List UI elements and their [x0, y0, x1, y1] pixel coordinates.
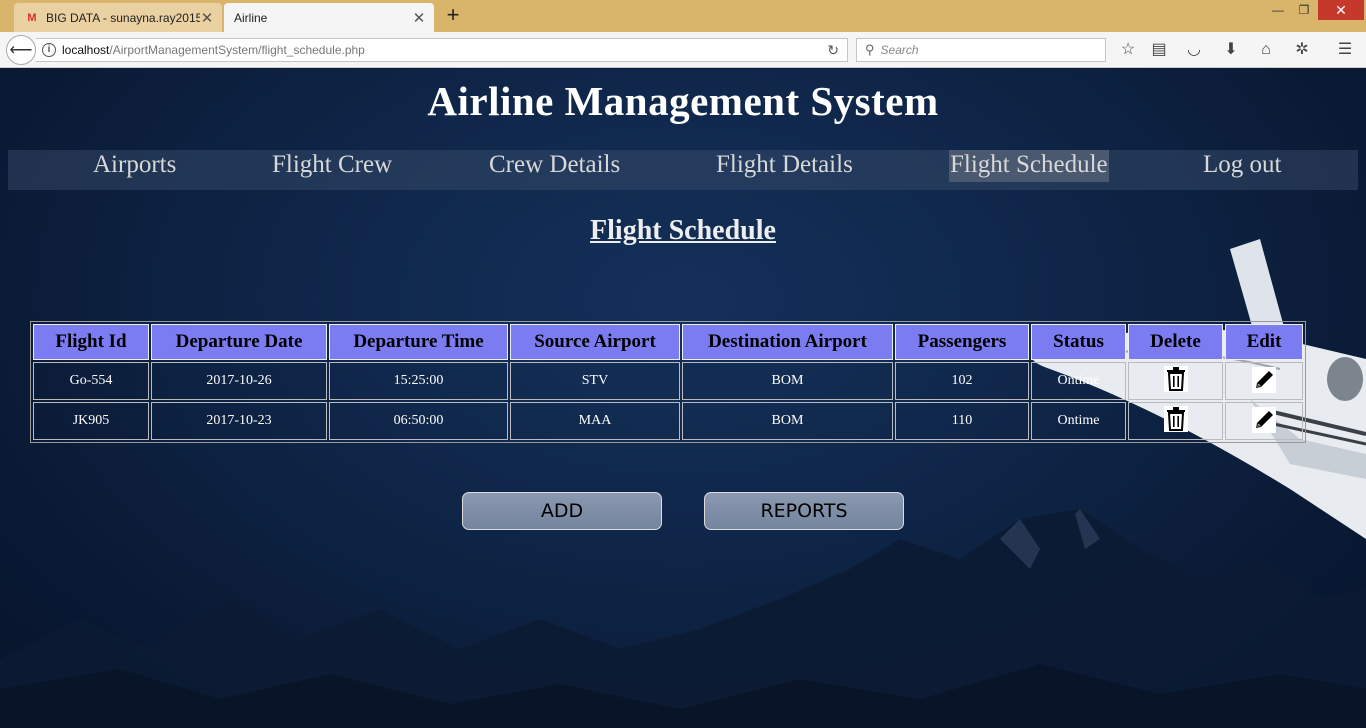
address-bar[interactable]: i localhost/AirportManagementSystem/flig… — [36, 38, 848, 62]
flight-schedule-table: Flight Id Departure Date Departure Time … — [30, 321, 1306, 443]
cell-destination-airport: BOM — [682, 362, 893, 400]
cell-status: Ontime — [1031, 402, 1126, 440]
add-button[interactable]: ADD — [462, 492, 662, 530]
main-menu: Airports Flight Crew Crew Details Flight… — [8, 150, 1358, 190]
cell-flight-id: Go-554 — [33, 362, 149, 400]
page-heading: Flight Schedule — [590, 215, 776, 246]
close-window-button[interactable]: ✕ — [1318, 0, 1364, 20]
trash-icon[interactable] — [1163, 366, 1188, 392]
table-row: JK905 2017-10-23 06:50:00 MAA BOM 110 On… — [33, 402, 1303, 440]
column-header-edit: Edit — [1225, 324, 1303, 360]
cell-status: Ontime — [1031, 362, 1126, 400]
cell-departure-date: 2017-10-23 — [151, 402, 327, 440]
cell-flight-id: JK905 — [33, 402, 149, 440]
page-content: Airline Management System Airports Fligh… — [0, 69, 1366, 728]
new-tab-button[interactable]: + — [442, 4, 464, 28]
browser-tab-airline[interactable]: Airline ✕ — [224, 3, 434, 32]
close-tab-icon[interactable]: ✕ — [412, 9, 426, 27]
cell-passengers: 102 — [895, 362, 1029, 400]
browser-navigation-bar: ⟵ i localhost/AirportManagementSystem/fl… — [0, 32, 1366, 68]
column-header-delete: Delete — [1128, 324, 1223, 360]
reload-icon[interactable]: ↻ — [827, 42, 839, 59]
browser-tab-gmail[interactable]: M BIG DATA - sunayna.ray2015 ✕ — [14, 3, 222, 32]
pencil-icon[interactable] — [1252, 406, 1276, 433]
pocket-icon[interactable]: ◡ — [1183, 40, 1205, 60]
url-path: /AirportManagementSystem/flight_schedule… — [109, 43, 365, 57]
browser-tab-bar: M BIG DATA - sunayna.ray2015 ✕ Airline ✕… — [0, 0, 1366, 32]
trash-icon[interactable] — [1163, 406, 1188, 432]
column-header-departure-time: Departure Time — [329, 324, 508, 360]
cell-delete — [1128, 402, 1223, 440]
table-header-row: Flight Id Departure Date Departure Time … — [33, 324, 1303, 360]
menu-item-airports[interactable]: Airports — [93, 150, 176, 182]
cell-source-airport: MAA — [510, 402, 680, 440]
close-tab-icon[interactable]: ✕ — [200, 9, 214, 27]
pencil-icon[interactable] — [1252, 366, 1276, 393]
cell-passengers: 110 — [895, 402, 1029, 440]
menu-item-flight-details[interactable]: Flight Details — [716, 150, 853, 182]
menu-item-flight-schedule[interactable]: Flight Schedule — [949, 150, 1109, 182]
site-info-icon[interactable]: i — [42, 43, 56, 57]
cell-edit — [1225, 362, 1303, 400]
column-header-departure-date: Departure Date — [151, 324, 327, 360]
reports-button[interactable]: REPORTS — [704, 492, 904, 530]
search-placeholder: Search — [880, 43, 919, 57]
cell-departure-date: 2017-10-26 — [151, 362, 327, 400]
column-header-source-airport: Source Airport — [510, 324, 680, 360]
menu-item-log-out[interactable]: Log out — [1203, 150, 1281, 182]
cell-destination-airport: BOM — [682, 402, 893, 440]
table-row: Go-554 2017-10-26 15:25:00 STV BOM 102 O… — [33, 362, 1303, 400]
menu-hamburger-icon[interactable]: ☰ — [1334, 40, 1356, 60]
cell-departure-time: 06:50:00 — [329, 402, 508, 440]
maximize-window-button[interactable]: ❐ — [1292, 0, 1316, 20]
tab-title: Airline — [234, 10, 268, 25]
column-header-flight-id: Flight Id — [33, 324, 149, 360]
search-icon: ⚲ — [865, 42, 875, 57]
back-button[interactable]: ⟵ — [6, 35, 36, 65]
site-title: Airline Management System — [427, 78, 939, 124]
cell-edit — [1225, 402, 1303, 440]
extension-icon[interactable]: ✲ — [1291, 40, 1313, 60]
url-host: localhost — [62, 43, 110, 57]
cell-delete — [1128, 362, 1223, 400]
cell-departure-time: 15:25:00 — [329, 362, 508, 400]
search-input[interactable]: ⚲ Search — [856, 38, 1106, 62]
menu-item-crew-details[interactable]: Crew Details — [489, 150, 620, 182]
back-arrow-icon: ⟵ — [9, 42, 33, 59]
column-header-status: Status — [1031, 324, 1126, 360]
home-icon[interactable]: ⌂ — [1255, 40, 1277, 60]
column-header-passengers: Passengers — [895, 324, 1029, 360]
bookmark-star-icon[interactable]: ☆ — [1117, 40, 1139, 60]
reading-list-icon[interactable]: ▤ — [1148, 40, 1170, 60]
minimize-window-button[interactable]: — — [1266, 0, 1290, 20]
column-header-destination-airport: Destination Airport — [682, 324, 893, 360]
cell-source-airport: STV — [510, 362, 680, 400]
menu-item-flight-crew[interactable]: Flight Crew — [272, 150, 392, 182]
gmail-icon: M — [27, 11, 37, 24]
tab-title: BIG DATA - sunayna.ray2015 — [46, 10, 200, 25]
download-icon[interactable]: ⬇ — [1220, 40, 1242, 60]
